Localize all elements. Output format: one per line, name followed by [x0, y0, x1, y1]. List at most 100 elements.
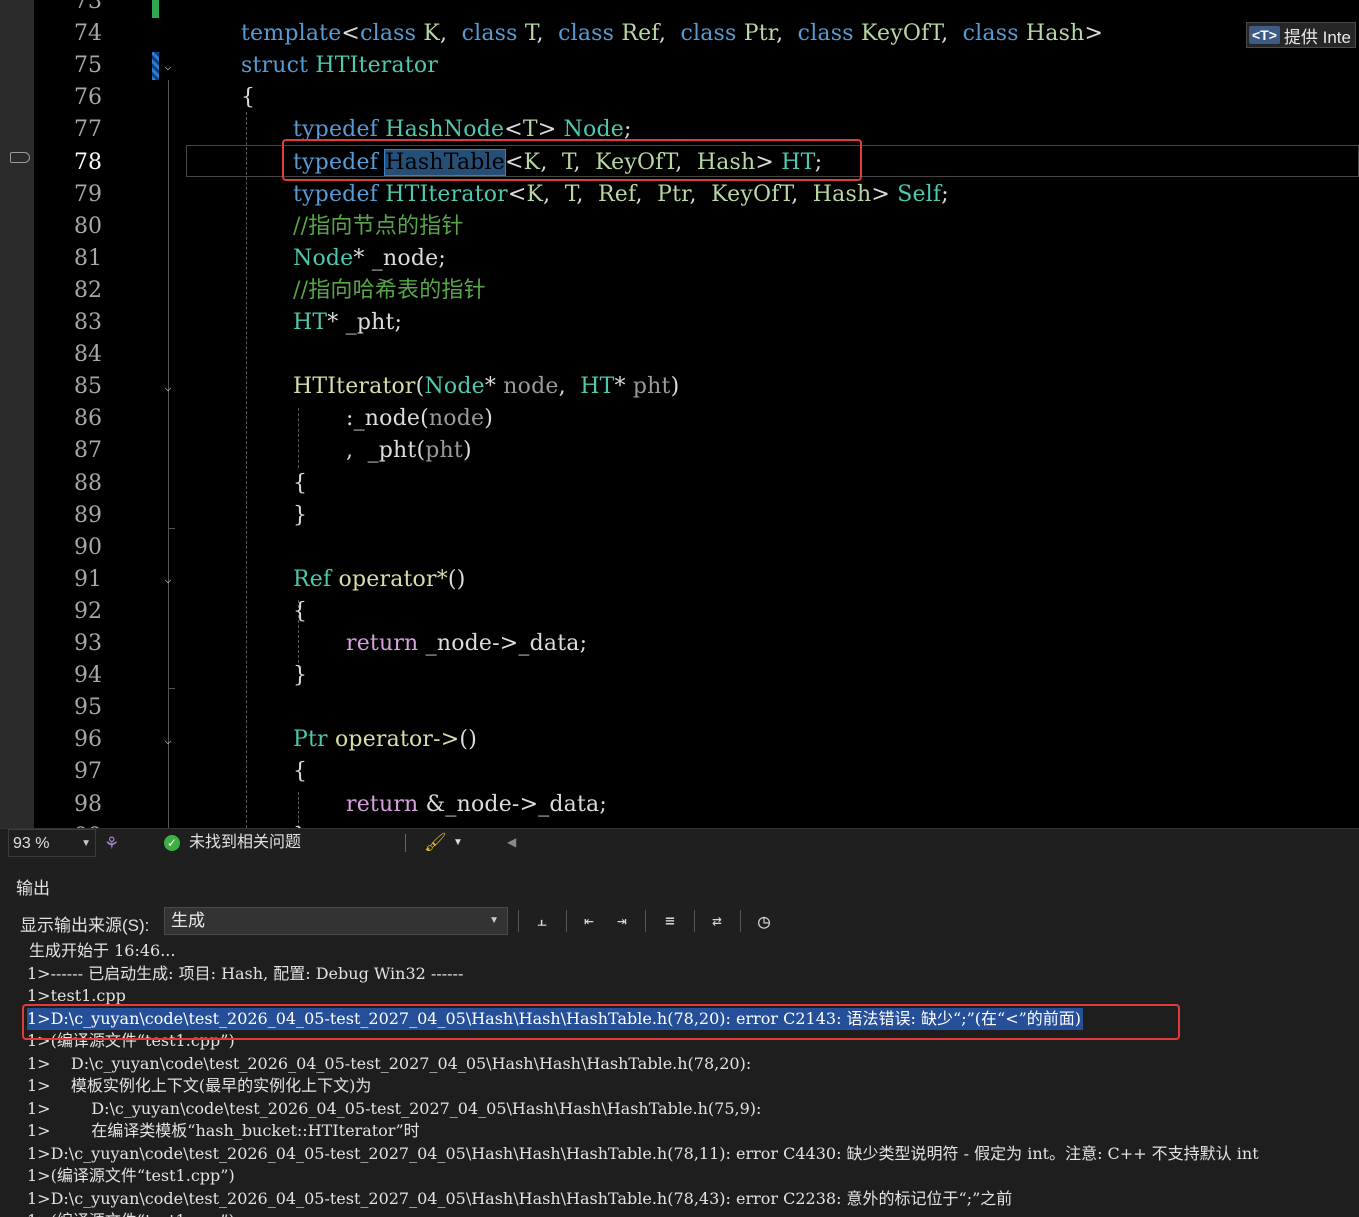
code-line[interactable]: Ref operator*()	[293, 564, 466, 596]
code-token: >	[871, 181, 898, 207]
code-line[interactable]: //指向哈希表的指针	[293, 275, 486, 307]
code-editor[interactable]: 73 74 75 76 77 78 79 80 81 82 83 84 85 86 87 88 89 90 91 92…	[0, 0, 1359, 828]
code-line[interactable]: HTIterator(Node* node, HT* pht)	[293, 371, 679, 403]
code-token: ,	[536, 21, 559, 47]
code-token: <	[507, 181, 527, 207]
output-line[interactable]: 1> 在编译类模板“hash_bucket::HTIterator”时	[27, 1120, 420, 1142]
intellicode-icon[interactable]: ⚘	[104, 834, 119, 854]
output-line[interactable]: 1> 模板实例化上下文(最早的实例化上下文)为	[27, 1075, 371, 1097]
code-token: //指向节点的指针	[293, 213, 464, 239]
output-line[interactable]: 生成开始于 16:46...	[29, 940, 175, 962]
output-line[interactable]: 1>D:\c_yuyan\code\test_2026_04_05-test_2…	[27, 1188, 1012, 1210]
code-line[interactable]: }	[293, 821, 307, 828]
output-line[interactable]: 1>(编译源文件“test1.cpp”)	[27, 1210, 235, 1217]
code-token: }	[293, 663, 308, 689]
code-token: template	[241, 21, 342, 47]
code-token: class	[962, 21, 1019, 47]
code-line[interactable]: HT* _pht;	[293, 307, 402, 339]
code-line[interactable]: }	[293, 500, 307, 532]
code-token: KeyOfT	[860, 21, 942, 47]
code-token: Ptr	[293, 727, 328, 753]
code-token: Self	[897, 181, 942, 207]
code-token: ,	[791, 181, 813, 207]
code-token: , _pht(	[346, 438, 426, 464]
code-token: HT	[580, 374, 615, 400]
code-token: T	[524, 21, 537, 47]
divider	[518, 910, 519, 932]
code-line[interactable]: //指向节点的指针	[293, 211, 464, 243]
code-token: ,	[635, 181, 658, 207]
code-token: class	[360, 21, 417, 47]
chevron-down-icon[interactable]: ▼	[453, 837, 463, 848]
template-hint-icon: <T>	[1249, 26, 1280, 44]
output-line[interactable]: 1>(编译源文件“test1.cpp”)	[27, 1165, 235, 1187]
code-line[interactable]: template<class K, class T, class Ref, cl…	[241, 18, 1103, 50]
code-token: ()	[459, 727, 477, 753]
toggle-word-wrap-icon[interactable]: ⇄	[704, 908, 730, 934]
output-text-area[interactable]: 生成开始于 16:46... 1>------ 已启动生成: 项目: Hash, …	[0, 940, 1359, 1217]
zoom-dropdown[interactable]: 93 % ▼	[8, 829, 96, 857]
code-token: ,	[776, 21, 798, 47]
next-message-icon[interactable]: ⇥	[609, 908, 635, 934]
code-token: ,	[941, 21, 963, 47]
code-line[interactable]: typedef HTIterator<K, T, Ref, Ptr, KeyOf…	[293, 179, 949, 211]
output-panel-header: 输出	[0, 866, 1359, 902]
find-message-in-code-icon[interactable]: ⫠	[529, 908, 555, 934]
code-line[interactable]: {	[293, 596, 307, 628]
code-token: node	[428, 406, 485, 432]
scroll-left-arrow-icon[interactable]: ◀	[507, 835, 516, 849]
code-token: * _pht;	[327, 310, 403, 335]
code-line[interactable]: :_node(node)	[346, 403, 493, 435]
code-token: //指向哈希表的指针	[293, 277, 486, 303]
code-line[interactable]: return &_node->_data;	[346, 789, 607, 821]
output-line[interactable]: 1> D:\c_yuyan\code\test_2026_04_05-test_…	[27, 1053, 751, 1075]
annotation-highlight-box	[282, 139, 862, 181]
code-line[interactable]: }	[293, 660, 307, 692]
code-token: >	[1084, 21, 1104, 47]
code-line[interactable]: Node* _node;	[293, 243, 446, 275]
code-token: {	[293, 759, 308, 785]
code-token: KeyOfT	[711, 181, 792, 207]
output-toolbar: 显示输出来源(S): 生成 ▼ ⫠ ⇤ ⇥ ≡ ⇄ ◷	[0, 902, 1359, 940]
editor-status-strip: 93 % ▼ ⚘ ✓ 未找到相关问题 🖌 ▼ ◀	[0, 828, 1359, 859]
output-source-select[interactable]: 生成 ▼	[164, 907, 508, 935]
code-token: <	[341, 21, 361, 47]
code-token: {	[241, 85, 256, 111]
code-token: * _node;	[353, 245, 446, 271]
chevron-down-icon: ▼	[81, 838, 91, 849]
code-token: class	[461, 21, 518, 47]
output-line[interactable]: 1>------ 已启动生成: 项目: Hash, 配置: Debug Win3…	[27, 963, 463, 985]
code-line[interactable]: {	[241, 82, 255, 114]
clear-all-icon[interactable]: ≡	[657, 908, 683, 934]
code-token: ;	[941, 181, 949, 207]
code-cleanup-brush-icon[interactable]: 🖌	[424, 832, 447, 853]
code-text-area[interactable]: template<class K, class T, class Ref, cl…	[0, 0, 1359, 828]
code-line[interactable]: {	[293, 756, 307, 788]
code-line[interactable]: , _pht(pht)	[346, 435, 472, 467]
code-line[interactable]: struct HTIterator	[241, 50, 438, 82]
previous-message-icon[interactable]: ⇤	[576, 908, 602, 934]
divider	[645, 910, 646, 932]
code-token: class	[797, 21, 854, 47]
issues-status[interactable]: 未找到相关问题	[189, 829, 301, 857]
code-line[interactable]: Ptr operator->()	[293, 724, 477, 756]
annotation-highlight-box	[22, 1004, 1180, 1040]
intellisense-hint[interactable]: <T> 提供 Inte	[1246, 22, 1356, 48]
code-token: }	[293, 502, 308, 528]
code-line[interactable]: return _node->_data;	[346, 628, 587, 660]
output-line[interactable]: 1> D:\c_yuyan\code\test_2026_04_05-test_…	[27, 1098, 761, 1120]
code-token: K	[423, 21, 440, 47]
chevron-down-icon: ▼	[489, 915, 499, 926]
code-token: *	[614, 374, 633, 400]
code-token: Ref	[293, 566, 332, 592]
code-token: )	[462, 438, 472, 464]
timestamp-clock-icon[interactable]: ◷	[751, 908, 777, 934]
code-token: Ref	[598, 181, 636, 207]
code-token: T	[564, 181, 577, 207]
output-source-label: 显示输出来源(S):	[20, 916, 150, 935]
code-token: HTIterator	[293, 374, 416, 400]
code-token: pht	[632, 374, 671, 400]
code-line[interactable]: {	[293, 468, 307, 500]
output-line[interactable]: 1>D:\c_yuyan\code\test_2026_04_05-test_2…	[27, 1143, 1259, 1165]
